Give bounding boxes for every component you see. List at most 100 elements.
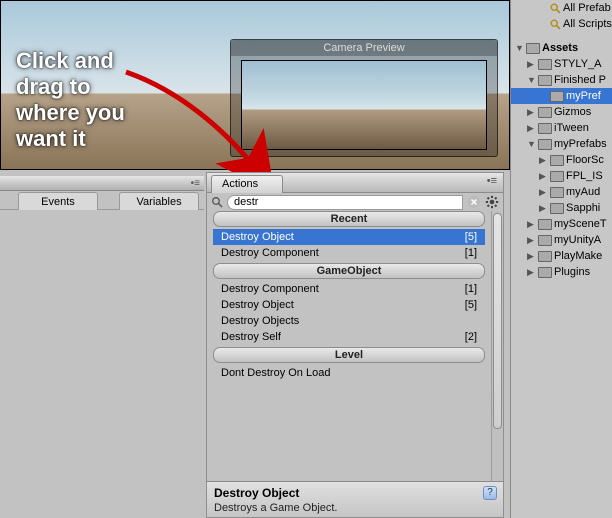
camera-preview-viewport	[241, 60, 487, 150]
project-tree-item[interactable]: mySceneT	[511, 216, 612, 232]
scrollbar-thumb[interactable]	[493, 213, 502, 429]
disclosure-triangle[interactable]	[539, 203, 548, 214]
clear-search-icon[interactable]	[467, 195, 481, 209]
action-item-label: Destroy Self	[221, 331, 281, 343]
folder-icon	[538, 139, 552, 150]
gear-icon[interactable]	[485, 195, 499, 209]
action-item-label: Destroy Object	[221, 299, 294, 311]
disclosure-triangle[interactable]	[527, 75, 536, 85]
camera-preview-title: Camera Preview	[231, 40, 497, 56]
action-item-count: [1]	[465, 247, 477, 259]
folder-label: FPL_IS	[566, 170, 603, 182]
project-tree-item[interactable]: STYLY_A	[511, 56, 612, 72]
folder-icon	[538, 75, 552, 86]
folder-icon	[550, 203, 564, 214]
folder-label: Sapphi	[566, 202, 600, 214]
action-info-title: Destroy Object	[214, 486, 496, 500]
folder-icon	[538, 267, 552, 278]
project-tree-item[interactable]: Sapphi	[511, 200, 612, 216]
folder-icon	[538, 251, 552, 262]
tab-events[interactable]: Events	[18, 192, 98, 210]
action-item-label: Destroy Object	[221, 231, 294, 243]
disclosure-triangle[interactable]	[527, 123, 536, 134]
disclosure-triangle[interactable]	[527, 251, 536, 262]
folder-icon	[550, 171, 564, 182]
project-tree-item[interactable]: Gizmos	[511, 104, 612, 120]
disclosure-triangle[interactable]	[539, 187, 548, 198]
folder-icon	[538, 107, 552, 118]
folder-icon	[550, 155, 564, 166]
disclosure-triangle[interactable]	[527, 139, 536, 149]
action-item[interactable]: Destroy Objects	[213, 313, 485, 329]
project-root[interactable]: Assets	[511, 40, 612, 56]
folder-label: mySceneT	[554, 218, 607, 230]
favorite-label: All Scripts	[563, 18, 612, 30]
tab-variables[interactable]: Variables	[119, 192, 199, 210]
action-item-count: [2]	[465, 331, 477, 343]
actions-list: Recent Destroy Object [5] Destroy Component…	[207, 209, 491, 481]
folder-icon	[538, 235, 552, 246]
folder-label: STYLY_A	[554, 58, 602, 70]
action-item[interactable]: Destroy Component [1]	[213, 245, 485, 261]
search-icon	[211, 196, 223, 208]
actions-tab[interactable]: Actions	[211, 175, 283, 193]
actions-scrollbar[interactable]	[491, 211, 503, 481]
action-item[interactable]: Dont Destroy On Load	[213, 365, 485, 381]
favorite-item[interactable]: All Scripts	[511, 16, 612, 32]
favorite-label: All Prefab	[563, 2, 611, 14]
folder-label: Finished P	[554, 74, 606, 86]
disclosure-triangle[interactable]	[515, 43, 524, 53]
action-item[interactable]: Destroy Object [5]	[213, 297, 485, 313]
folder-label: Assets	[542, 42, 578, 54]
folder-label: PlayMake	[554, 250, 602, 262]
action-group-header[interactable]: Recent	[213, 211, 485, 227]
disclosure-triangle[interactable]	[539, 171, 548, 182]
project-tree-item[interactable]: myUnityA	[511, 232, 612, 248]
action-group-header[interactable]: Level	[213, 347, 485, 363]
help-icon[interactable]: ?	[483, 486, 497, 500]
action-item-label: Destroy Component	[221, 283, 319, 295]
action-item-label: Destroy Objects	[221, 315, 299, 327]
action-item-count: [1]	[465, 283, 477, 295]
folder-label: myUnityA	[554, 234, 601, 246]
folder-icon	[538, 123, 552, 134]
favorite-item[interactable]: All Prefab	[511, 0, 612, 16]
panel-drag-strip[interactable]: •≡	[0, 176, 204, 191]
folder-label: myPref	[566, 90, 601, 102]
project-tree-item[interactable]: Plugins	[511, 264, 612, 280]
action-item[interactable]: Destroy Component [1]	[213, 281, 485, 297]
action-item-count: [5]	[465, 299, 477, 311]
action-group-header[interactable]: GameObject	[213, 263, 485, 279]
camera-preview-panel: Camera Preview	[230, 39, 498, 157]
actions-search-input[interactable]	[227, 195, 463, 210]
disclosure-triangle[interactable]	[527, 107, 536, 118]
project-panel: All Prefab All Scripts Assets STYLY_A Finish…	[510, 0, 612, 518]
action-item[interactable]: Destroy Object[5]	[213, 229, 485, 245]
folder-icon	[526, 43, 540, 54]
actions-tab-bar[interactable]: Actions •≡	[207, 173, 503, 193]
project-tree-item[interactable]: FloorSc	[511, 152, 612, 168]
actions-panel: Actions •≡ Recent Destroy Object [5] Destro…	[206, 172, 504, 518]
folder-label: myAud	[566, 186, 600, 198]
project-tree-item[interactable]: myPref	[511, 88, 612, 104]
project-tree-item[interactable]: FPL_IS	[511, 168, 612, 184]
magnifier-icon	[550, 19, 561, 30]
project-tree-item[interactable]: myPrefabs	[511, 136, 612, 152]
project-tree-item[interactable]: PlayMake	[511, 248, 612, 264]
project-tree-item[interactable]: Finished P	[511, 72, 612, 88]
disclosure-triangle[interactable]	[527, 59, 536, 70]
disclosure-triangle[interactable]	[539, 155, 548, 166]
panel-menu-icon[interactable]: •≡	[487, 175, 497, 187]
disclosure-triangle[interactable]	[527, 219, 536, 230]
action-item[interactable]: Destroy Self [2]	[213, 329, 485, 345]
action-item-label: Destroy Component	[221, 247, 319, 259]
action-info-description: Destroys a Game Object.	[214, 502, 496, 514]
action-item-label: Dont Destroy On Load	[221, 367, 330, 379]
disclosure-triangle[interactable]	[527, 267, 536, 278]
panel-menu-icon[interactable]: •≡	[191, 178, 200, 189]
project-tree-item[interactable]: iTween	[511, 120, 612, 136]
instruction-callout: Click and drag to where you want it	[16, 48, 156, 152]
folder-icon	[538, 59, 552, 70]
disclosure-triangle[interactable]	[527, 235, 536, 246]
project-tree-item[interactable]: myAud	[511, 184, 612, 200]
